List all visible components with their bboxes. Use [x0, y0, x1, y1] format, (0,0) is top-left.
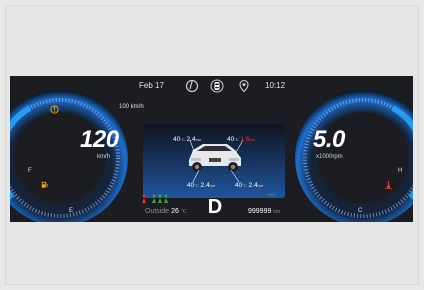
speedometer-dial [10, 90, 128, 222]
rpm-value: 5.0 [313, 126, 345, 153]
speed-unit: km/h [97, 154, 111, 160]
fuel-empty-mark: E [69, 208, 74, 214]
clock-label: 10:12 [265, 81, 286, 90]
speedometer-gauge [10, 88, 130, 222]
odometer: 999999 km [248, 208, 280, 215]
gear-indicator: D [207, 196, 223, 218]
fuel-pump-icon [41, 181, 48, 188]
speed-limit-label: 100 km/h [119, 104, 144, 110]
vehicle-status-panel: 40°C 2.4bar 40°C 1.6bar 40°C 2.4bar 40°C… [143, 124, 285, 198]
eco-mode-label: eco [268, 192, 277, 198]
tachometer-dial [295, 90, 413, 222]
rpm-unit: x1000rpm [316, 154, 343, 160]
instrument-cluster: Feb 17 10:12 100 km/h 120 km/h F E 5.0 x… [10, 76, 413, 222]
speed-value: 120 [80, 126, 119, 153]
date-label: Feb 17 [139, 81, 164, 90]
tire-rear-left: 40°C 2.4bar [187, 182, 216, 189]
tachometer-gauge [293, 88, 413, 222]
location-pin-icon [239, 79, 249, 93]
tire-front-right: 40°C 1.6bar [227, 136, 256, 143]
engine-warning-icon [50, 105, 59, 114]
car-top-icon [210, 79, 224, 93]
coolant-temp-icon [384, 180, 393, 189]
temp-hot-mark: H [398, 168, 403, 174]
tire-front-left: 40°C 2.4bar [173, 136, 202, 143]
tire-rear-right: 40°C 2.4bar [235, 182, 264, 189]
seatbelt-warning-icons [142, 194, 168, 203]
temp-cold-mark: C [358, 208, 363, 214]
outside-temp: Outside 26 °C [145, 208, 187, 215]
fuel-full-mark: F [28, 168, 32, 174]
steering-assist-icon [185, 79, 199, 93]
